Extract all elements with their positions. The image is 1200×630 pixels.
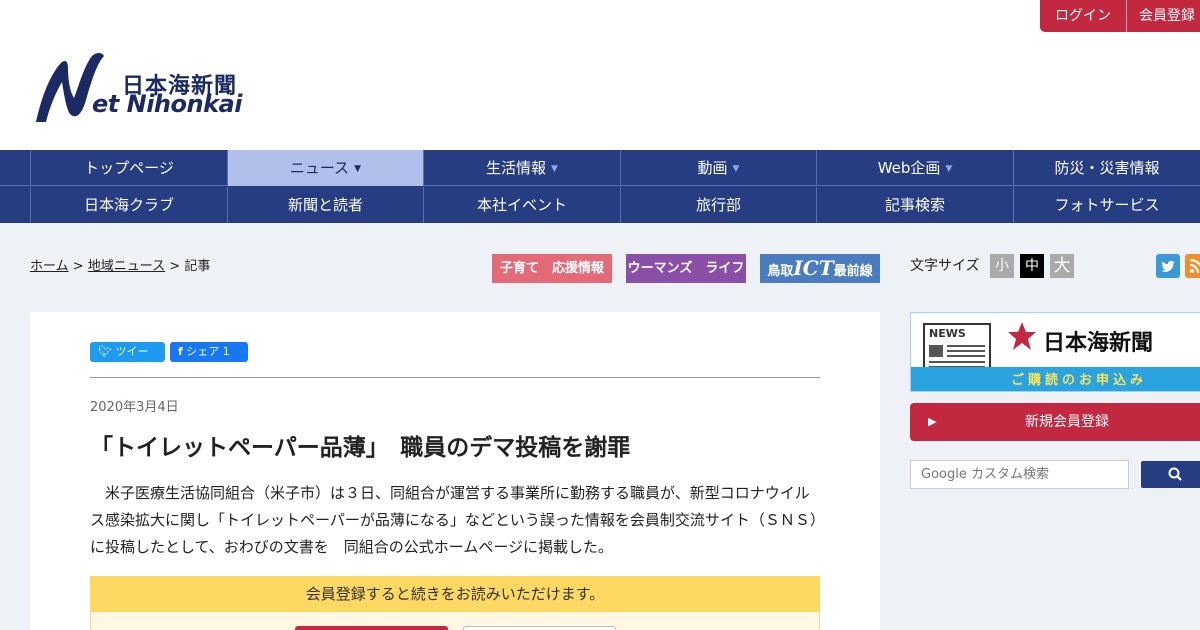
nav-item-news[interactable]: ニュース ▼: [227, 150, 423, 186]
divider: [90, 377, 820, 378]
banner-text: 最前線: [833, 264, 873, 279]
member-cta-area: [90, 612, 820, 630]
register-button-label: 新規会員登録: [1025, 414, 1109, 430]
custom-search-input[interactable]: [910, 460, 1129, 489]
nav-item-disaster[interactable]: 防災・災害情報: [1013, 150, 1200, 186]
font-size-small-button[interactable]: 小: [990, 254, 1014, 278]
member-login-button[interactable]: [463, 626, 616, 630]
nav-item-readers[interactable]: 新聞と読者: [227, 187, 423, 223]
breadcrumb-home[interactable]: ホーム: [30, 259, 69, 274]
rss-icon[interactable]: [1185, 254, 1200, 278]
dropdown-arrow-icon: ▼: [354, 164, 362, 174]
nihonkai-crest-icon: [1008, 322, 1036, 350]
nav-row-secondary: 日本海クラブ 新聞と読者 本社イベント 旅行部 記事検索 フォトサービス: [0, 187, 1200, 223]
nav-item-article-search[interactable]: 記事検索: [816, 187, 1013, 223]
main-navigation: トップページ ニュース ▼ 生活情報 ▼ 動画 ▼ Web企画 ▼ 防災・災害情報 日本…: [0, 150, 1200, 223]
ad-subtitle-bar: ご購読のお申込み: [911, 367, 1200, 391]
search-button[interactable]: [1141, 461, 1200, 488]
parenting-banner[interactable]: 子育て 応援情報: [492, 254, 612, 283]
subscription-ad-banner[interactable]: NEWS 日本海新聞 ご購読のお申込み: [910, 312, 1200, 392]
new-member-register-button[interactable]: ▶ 新規会員登録: [910, 403, 1200, 441]
breadcrumb-current: 記事: [184, 259, 211, 274]
nav-item-web-features[interactable]: Web企画 ▼: [816, 150, 1013, 186]
share-label: シェア 1: [186, 345, 230, 358]
font-size-label: 文字サイズ: [910, 258, 980, 274]
ad-news-label: NEWS: [929, 327, 966, 340]
nav-item-top[interactable]: トップページ: [30, 150, 227, 186]
banner-ict-text: ICT: [793, 256, 834, 280]
breadcrumb: ホーム > 地域ニュース > 記事: [30, 255, 210, 274]
article-date: 2020年3月4日: [90, 400, 179, 415]
nav-item-lifestyle[interactable]: 生活情報 ▼: [423, 150, 620, 186]
member-register-button[interactable]: [295, 626, 448, 630]
nav-item-travel[interactable]: 旅行部: [620, 187, 816, 223]
play-arrow-icon: ▶: [928, 415, 937, 428]
site-header: ログイン 会員登録 日本海新聞 et Nihonkai: [0, 0, 1200, 150]
nav-label: 動画: [697, 159, 728, 177]
dropdown-arrow-icon: ▼: [551, 164, 558, 174]
breadcrumb-separator: >: [165, 259, 185, 274]
dropdown-arrow-icon: ▼: [732, 164, 740, 174]
register-button[interactable]: 会員登録: [1126, 0, 1200, 32]
nav-item-video[interactable]: 動画 ▼: [620, 150, 816, 186]
twitter-bird-icon: 🐦︎: [98, 345, 112, 358]
nav-label: ニュース: [289, 159, 350, 177]
nav-item-photo-service[interactable]: フォトサービス: [1013, 187, 1200, 223]
search-icon: [1168, 467, 1182, 481]
womens-life-banner[interactable]: ウーマンズ ライフ: [626, 254, 746, 283]
nav-label: 防災・災害情報: [1054, 159, 1160, 177]
banner-text: 鳥取: [767, 264, 794, 279]
nav-label: 生活情報: [486, 159, 547, 177]
nav-label: トップページ: [84, 159, 174, 177]
breadcrumb-local-news[interactable]: 地域ニュース: [88, 259, 165, 274]
font-size-large-button[interactable]: 大: [1050, 254, 1074, 278]
article-body: 米子医療生活協同組合（米子市）は３日、同組合が運営する事業所に勤務する職員が、新…: [90, 484, 818, 556]
ad-subtitle: ご購読のお申込み: [1011, 373, 1148, 388]
breadcrumb-separator: >: [68, 259, 88, 274]
nav-item-events[interactable]: 本社イベント: [423, 187, 620, 223]
ad-title: 日本海新聞: [1043, 330, 1154, 356]
tottori-ict-banner[interactable]: 鳥取ICT最前線: [760, 254, 880, 283]
tweet-button[interactable]: 🐦︎ ツイート: [90, 342, 165, 378]
article-card: 🐦︎ ツイート f シェア 1 2020年3月4日 「トイレットペーパー品薄」 …: [30, 312, 880, 630]
facebook-icon: f: [178, 345, 183, 358]
nav-label: Web企画: [877, 159, 941, 177]
site-logo[interactable]: 日本海新聞 et Nihonkai: [30, 48, 260, 128]
font-size-medium-button[interactable]: 中: [1020, 254, 1044, 278]
account-buttons: ログイン 会員登録: [1040, 0, 1200, 32]
nav-row-primary: トップページ ニュース ▼ 生活情報 ▼ 動画 ▼ Web企画 ▼ 防災・災害情報: [0, 150, 1200, 186]
member-notice: 会員登録すると続きをお読みいただけます。: [90, 576, 820, 612]
nav-item-club[interactable]: 日本海クラブ: [30, 187, 227, 223]
logo-english-text: et Nihonkai: [92, 90, 242, 118]
facebook-share-button[interactable]: f シェア 1: [170, 342, 248, 362]
dropdown-arrow-icon: ▼: [945, 164, 953, 174]
twitter-icon[interactable]: [1156, 254, 1180, 278]
login-button[interactable]: ログイン: [1040, 0, 1126, 32]
article-title: 「トイレットペーパー品薄」 職員のデマ投稿を謝罪: [90, 435, 631, 461]
